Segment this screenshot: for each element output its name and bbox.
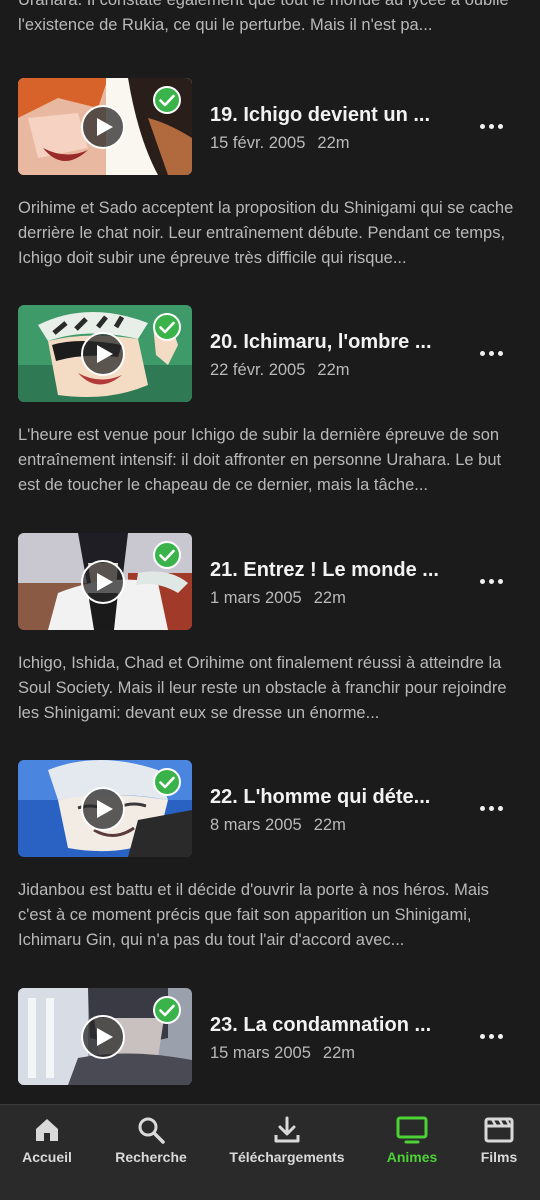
play-icon <box>96 345 113 363</box>
episode-date: 15 mars 2005 <box>210 1044 311 1062</box>
episode-meta: 1 mars 2005 22m <box>210 589 346 608</box>
episode-meta: 15 févr. 2005 22m <box>210 134 350 153</box>
download-icon <box>274 1116 300 1143</box>
episode-title[interactable]: 22. L'homme qui déte... <box>210 786 450 809</box>
episode-description: L'heure est venue pour Ichigo de subir l… <box>18 426 502 494</box>
watched-badge <box>153 86 181 114</box>
tab-label: Accueil <box>22 1149 72 1165</box>
episode-meta: 8 mars 2005 22m <box>210 816 346 835</box>
episode-description: Orihime et Sado acceptent la proposition… <box>18 199 514 267</box>
episode-date: 15 févr. 2005 <box>210 134 306 152</box>
watched-badge <box>153 996 181 1024</box>
episode-list[interactable]: Urahara. Il constate également que tout … <box>0 0 540 1105</box>
episode-duration: 22m <box>322 1044 356 1062</box>
episode-duration: 22m <box>317 134 350 152</box>
play-button[interactable] <box>81 105 125 149</box>
play-button[interactable] <box>81 787 125 831</box>
episode-thumbnail[interactable] <box>18 988 192 1085</box>
play-icon <box>96 118 113 136</box>
episode-duration: 22m <box>313 589 346 607</box>
episode-item[interactable]: 20. Ichimaru, l'ombre ... 22 févr. 2005 2… <box>0 305 540 533</box>
episode-description: Ichigo, Ishida, Chad et Orihime ont fina… <box>18 654 507 722</box>
tab-animes[interactable]: Animes <box>366 1105 458 1200</box>
check-icon <box>159 94 175 106</box>
play-icon <box>96 800 113 818</box>
episode-thumbnail[interactable] <box>18 533 192 630</box>
episode-duration: 22m <box>317 361 350 379</box>
bottom-tab-bar: Accueil Recherche Téléchargements Animes… <box>0 1104 540 1200</box>
episode-title[interactable]: 23. La condamnation ... <box>210 1014 450 1037</box>
tab-films[interactable]: Films <box>458 1105 540 1200</box>
episode-date: 22 févr. 2005 <box>210 361 306 379</box>
episode-item[interactable]: 22. L'homme qui déte... 8 mars 2005 22m J… <box>0 760 540 988</box>
tab-label: Téléchargements <box>229 1149 345 1165</box>
episode-thumbnail[interactable] <box>18 305 192 402</box>
tv-icon <box>396 1116 428 1144</box>
episode-title[interactable]: 21. Entrez ! Le monde ... <box>210 559 450 582</box>
more-options-button[interactable] <box>472 341 510 365</box>
check-icon <box>159 1004 175 1016</box>
more-options-button[interactable] <box>472 569 510 593</box>
home-icon <box>36 1119 58 1141</box>
play-button[interactable] <box>81 560 125 604</box>
tab-telechargements[interactable]: Téléchargements <box>208 1105 366 1200</box>
episode-item[interactable]: 23. La condamnation ... 15 mars 2005 22m <box>0 988 540 1105</box>
episode-date: 1 mars 2005 <box>210 589 302 607</box>
check-icon <box>159 776 175 788</box>
episode-date: 8 mars 2005 <box>210 816 302 834</box>
tab-label: Films <box>480 1149 518 1165</box>
tab-accueil[interactable]: Accueil <box>0 1105 94 1200</box>
episode-title[interactable]: 19. Ichigo devient un ... <box>210 104 450 127</box>
watched-badge <box>153 768 181 796</box>
episode-thumbnail[interactable] <box>18 78 192 175</box>
tab-label: Animes <box>386 1149 438 1165</box>
episode-thumbnail[interactable] <box>18 760 192 857</box>
episode-description: Urahara. Il constate également que tout … <box>18 0 509 34</box>
tab-label: Recherche <box>115 1149 187 1165</box>
more-options-button[interactable] <box>472 1024 510 1048</box>
play-button[interactable] <box>81 332 125 376</box>
episode-description: Jidanbou est battu et il décide d'ouvrir… <box>18 881 489 949</box>
film-icon <box>484 1117 514 1143</box>
episode-item[interactable]: 21. Entrez ! Le monde ... 1 mars 2005 22m… <box>0 533 540 761</box>
more-options-button[interactable] <box>472 114 510 138</box>
episode-duration: 22m <box>313 816 346 834</box>
episode-item[interactable]: 19. Ichigo devient un ... 15 févr. 2005 2… <box>0 78 540 306</box>
check-icon <box>159 321 175 333</box>
search-icon <box>138 1117 165 1144</box>
play-button[interactable] <box>81 1015 125 1059</box>
tab-recherche[interactable]: Recherche <box>94 1105 208 1200</box>
episode-title[interactable]: 20. Ichimaru, l'ombre ... <box>210 331 450 354</box>
more-options-button[interactable] <box>472 796 510 820</box>
episode-meta: 15 mars 2005 22m <box>210 1044 355 1063</box>
play-icon <box>96 1028 113 1046</box>
check-icon <box>159 549 175 561</box>
play-icon <box>96 573 113 591</box>
watched-badge <box>153 541 181 569</box>
episode-meta: 22 févr. 2005 22m <box>210 361 350 380</box>
watched-badge <box>153 313 181 341</box>
